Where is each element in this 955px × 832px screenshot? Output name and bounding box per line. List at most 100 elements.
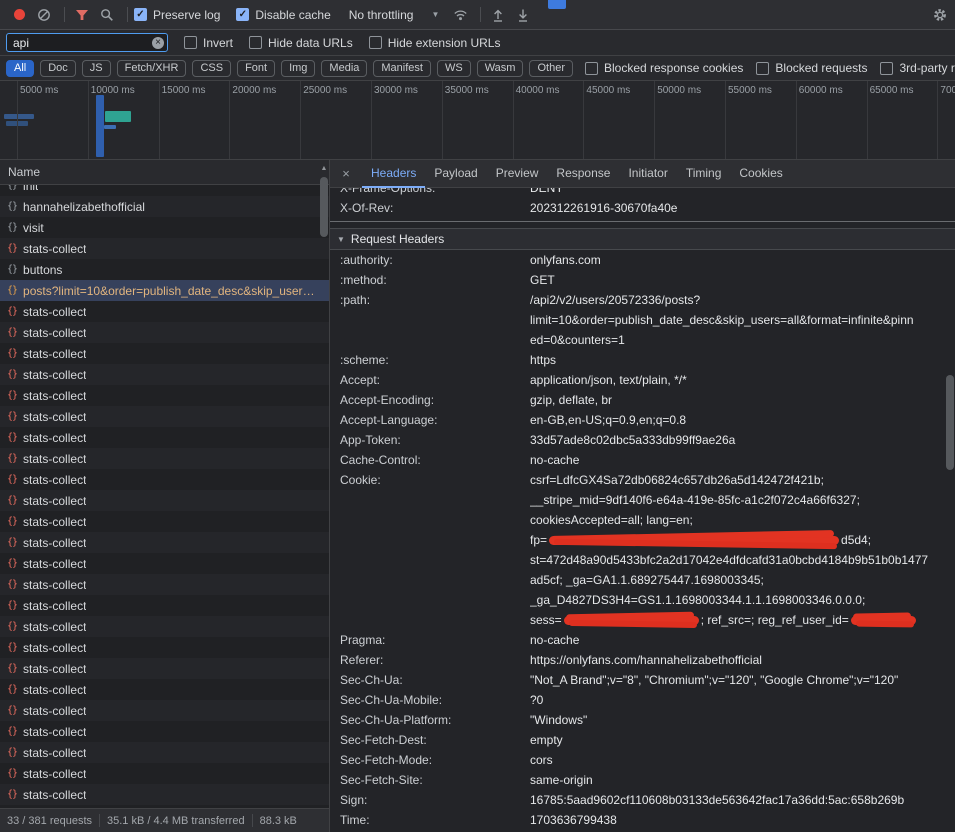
request-row[interactable]: {}visit	[0, 217, 329, 238]
request-row[interactable]: {}stats-collect	[0, 406, 329, 427]
request-row[interactable]: {}stats-collect	[0, 322, 329, 343]
json-braces-icon: {}	[7, 369, 17, 380]
throttling-dropdown[interactable]: No throttling ▼	[349, 8, 440, 22]
type-filter-other[interactable]: Other	[529, 60, 573, 77]
waterfall-activity	[96, 95, 104, 157]
timeline-tick-label: 60000 ms	[799, 85, 843, 96]
hide-data-urls-checkbox[interactable]: Hide data URLs	[249, 36, 353, 50]
request-row[interactable]: {}buttons	[0, 259, 329, 280]
filter-input[interactable]	[6, 33, 168, 52]
request-row[interactable]: {}posts?limit=10&order=publish_date_desc…	[0, 280, 329, 301]
header-row: X-Of-Rev:202312261916-30670fa40e	[330, 198, 955, 218]
request-row[interactable]: {}hannahelizabethofficial	[0, 196, 329, 217]
checkbox-unchecked-icon[interactable]	[585, 62, 598, 75]
hide-extension-urls-checkbox[interactable]: Hide extension URLs	[369, 36, 501, 50]
request-row[interactable]: {}stats-collect	[0, 364, 329, 385]
request-row[interactable]: {}stats-collect	[0, 763, 329, 784]
request-row[interactable]: {}stats-collect	[0, 385, 329, 406]
close-details-button[interactable]: ×	[338, 166, 354, 181]
checkbox-unchecked-icon[interactable]	[756, 62, 769, 75]
request-row[interactable]: {}stats-collect	[0, 679, 329, 700]
json-braces-icon: {}	[7, 789, 17, 800]
tab-headers[interactable]: Headers	[362, 160, 425, 188]
header-row: Accept-Encoding:gzip, deflate, br	[330, 390, 955, 410]
tab-preview[interactable]: Preview	[487, 160, 548, 188]
type-filter-wasm[interactable]: Wasm	[477, 60, 524, 77]
type-filter-js[interactable]: JS	[82, 60, 111, 77]
request-row[interactable]: {}stats-collect	[0, 595, 329, 616]
checkbox-unchecked-icon[interactable]	[184, 36, 197, 49]
tab-timing[interactable]: Timing	[677, 160, 731, 188]
request-row[interactable]: {}stats-collect	[0, 301, 329, 322]
type-filter-manifest[interactable]: Manifest	[373, 60, 431, 77]
tab-cookies[interactable]: Cookies	[730, 160, 791, 188]
disable-cache-checkbox[interactable]: ✓Disable cache	[236, 8, 330, 22]
checkbox-unchecked-icon[interactable]	[369, 36, 382, 49]
blocked-requests-checkbox[interactable]: Blocked requests	[756, 61, 867, 75]
timeline-overview[interactable]: 5000 ms10000 ms15000 ms20000 ms25000 ms3…	[0, 81, 955, 160]
type-filter-font[interactable]: Font	[237, 60, 275, 77]
filter-toggle-button[interactable]	[71, 4, 93, 26]
request-row[interactable]: {}init	[0, 185, 329, 196]
type-filter-pills: All Doc JS Fetch/XHR CSS Font Img Media Manifest…	[6, 60, 573, 77]
request-row[interactable]: {}stats-collect	[0, 700, 329, 721]
request-list-scrollbar[interactable]: ▲	[319, 163, 329, 806]
json-braces-icon: {}	[7, 621, 17, 632]
type-filter-doc[interactable]: Doc	[40, 60, 76, 77]
tab-initiator[interactable]: Initiator	[619, 160, 676, 188]
request-headers-section-header[interactable]: ▼ Request Headers	[330, 228, 955, 250]
settings-button[interactable]	[932, 7, 948, 23]
timeline-gridline	[300, 81, 301, 159]
timeline-gridline	[937, 81, 938, 159]
request-row[interactable]: {}stats-collect	[0, 784, 329, 805]
checkbox-unchecked-icon[interactable]	[249, 36, 262, 49]
timeline-tick-label: 25000 ms	[303, 85, 347, 96]
network-conditions-button[interactable]	[449, 4, 471, 26]
request-row[interactable]: {}stats-collect	[0, 511, 329, 532]
preserve-log-checkbox[interactable]: ✓Preserve log	[134, 8, 220, 22]
scrollbar-thumb[interactable]	[946, 375, 954, 470]
tab-response[interactable]: Response	[547, 160, 619, 188]
clear-button[interactable]	[33, 4, 55, 26]
name-column-header[interactable]: Name	[0, 160, 329, 185]
request-row[interactable]: {}stats-collect	[0, 658, 329, 679]
request-row[interactable]: {}stats-collect	[0, 238, 329, 259]
request-row[interactable]: {}stats-collect	[0, 469, 329, 490]
search-button[interactable]	[96, 4, 118, 26]
blocked-response-cookies-checkbox[interactable]: Blocked response cookies	[585, 61, 743, 75]
timeline-tick-label: 55000 ms	[728, 85, 772, 96]
export-har-button[interactable]	[512, 4, 534, 26]
request-row[interactable]: {}stats-collect	[0, 721, 329, 742]
type-filter-css[interactable]: CSS	[192, 60, 231, 77]
record-button[interactable]	[8, 4, 30, 26]
gear-icon	[932, 7, 948, 23]
type-filter-all[interactable]: All	[6, 60, 34, 77]
request-row[interactable]: {}stats-collect	[0, 637, 329, 658]
import-har-button[interactable]	[487, 4, 509, 26]
request-row[interactable]: {}stats-collect	[0, 448, 329, 469]
request-row[interactable]: {}stats-collect	[0, 427, 329, 448]
request-row[interactable]: {}stats-collect	[0, 490, 329, 511]
request-row[interactable]: {}stats-collect	[0, 574, 329, 595]
invert-checkbox[interactable]: Invert	[184, 36, 233, 50]
checkbox-unchecked-icon[interactable]	[880, 62, 893, 75]
request-row[interactable]: {}stats-collect	[0, 553, 329, 574]
clear-filter-icon[interactable]: ×	[152, 37, 164, 49]
checkbox-checked-icon[interactable]: ✓	[236, 8, 249, 21]
type-filter-fetch-xhr[interactable]: Fetch/XHR	[117, 60, 187, 77]
type-filter-img[interactable]: Img	[281, 60, 315, 77]
request-row[interactable]: {}stats-collect	[0, 532, 329, 553]
tab-payload[interactable]: Payload	[425, 160, 486, 188]
scroll-up-icon[interactable]: ▲	[319, 165, 329, 172]
filter-funnel-icon	[75, 8, 89, 22]
checkbox-checked-icon[interactable]: ✓	[134, 8, 147, 21]
request-row[interactable]: {}stats-collect	[0, 616, 329, 637]
third-party-requests-checkbox[interactable]: 3rd-party requests	[880, 61, 955, 75]
request-row[interactable]: {}stats-collect	[0, 343, 329, 364]
header-row: Cache-Control:no-cache	[330, 450, 955, 470]
request-row[interactable]: {}stats-collect	[0, 742, 329, 763]
scrollbar-thumb[interactable]	[320, 177, 328, 237]
details-scrollbar[interactable]	[945, 188, 955, 832]
type-filter-media[interactable]: Media	[321, 60, 367, 77]
type-filter-ws[interactable]: WS	[437, 60, 471, 77]
